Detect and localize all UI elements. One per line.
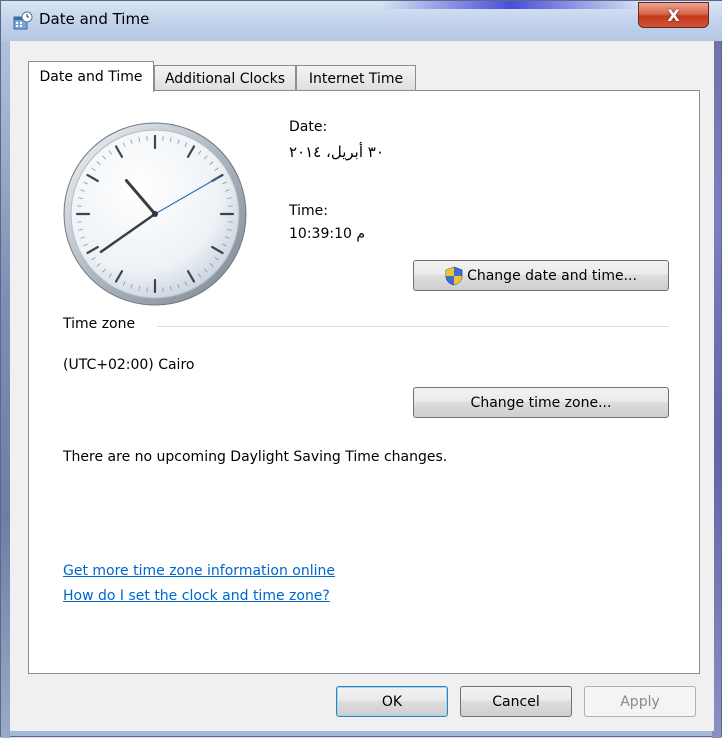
- date-time-app-icon: [13, 11, 33, 31]
- dst-message: There are no upcoming Daylight Saving Ti…: [63, 449, 447, 465]
- change-time-zone-button[interactable]: Change time zone...: [413, 387, 669, 418]
- apply-button[interactable]: Apply: [584, 686, 696, 717]
- title-bar[interactable]: Date and Time X: [1, 1, 722, 41]
- window-left-border: [1, 1, 10, 738]
- apply-label: Apply: [620, 694, 660, 710]
- change-date-time-button[interactable]: Change date and time...: [413, 260, 669, 291]
- close-icon: X: [667, 6, 679, 25]
- change-time-zone-label: Change time zone...: [471, 395, 612, 411]
- ok-button[interactable]: OK: [336, 686, 448, 717]
- clock-help-link[interactable]: How do I set the clock and time zone?: [63, 588, 330, 604]
- close-button[interactable]: X: [638, 2, 709, 28]
- date-label: Date:: [289, 119, 327, 135]
- time-zone-divider: [157, 326, 669, 327]
- tab-label: Internet Time: [309, 71, 403, 87]
- dialog-client-area: Date and Time Additional Clocks Internet…: [10, 41, 714, 731]
- title-glare: [381, 1, 641, 9]
- change-date-time-label: Change date and time...: [467, 268, 637, 284]
- time-label: Time:: [289, 203, 328, 219]
- time-value: 10:39:10 م: [289, 226, 365, 242]
- tab-label: Additional Clocks: [165, 71, 285, 87]
- window-title: Date and Time: [39, 10, 149, 28]
- tab-additional-clocks[interactable]: Additional Clocks: [154, 65, 296, 91]
- ok-label: OK: [382, 694, 402, 710]
- tab-label: Date and Time: [40, 69, 143, 85]
- cancel-button[interactable]: Cancel: [460, 686, 572, 717]
- uac-shield-icon: [445, 266, 463, 286]
- date-value: ٣٠ أبريل، ٢٠١٤: [289, 143, 384, 161]
- tab-internet-time[interactable]: Internet Time: [296, 65, 416, 91]
- tab-date-and-time[interactable]: Date and Time: [28, 61, 154, 92]
- time-zone-group-label: Time zone: [63, 316, 135, 332]
- current-time-zone: (UTC+02:00) Cairo: [63, 357, 194, 373]
- tab-panel-date-and-time: Date: ٣٠ أبريل، ٢٠١٤ Time: 10:39:10 م Ch…: [28, 90, 700, 674]
- date-time-window: Date and Time X Date and Time Additional…: [0, 0, 722, 737]
- analog-clock: [62, 121, 248, 307]
- cancel-label: Cancel: [492, 694, 539, 710]
- more-time-zone-info-link[interactable]: Get more time zone information online: [63, 563, 335, 579]
